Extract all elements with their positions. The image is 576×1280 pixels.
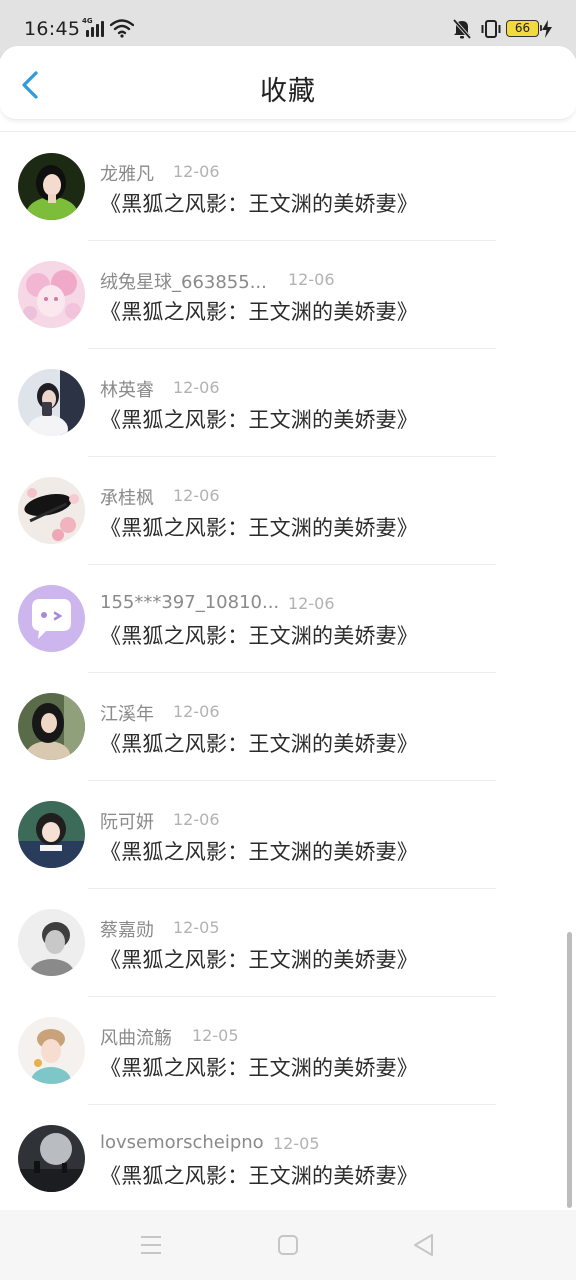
charging-icon [542,20,552,38]
mute-bell-icon [452,18,472,40]
avatar [18,153,85,220]
user-name: 阮可妍 [100,812,154,833]
avatar [18,909,85,976]
avatar [18,1125,85,1192]
avatar [18,1017,85,1084]
list-item[interactable]: lovsemorscheipno 12-05 《黑狐之风影：王文渊的美娇妻》 [0,1104,576,1212]
user-name: 江溪年 [100,704,154,725]
item-date: 12-06 [288,594,335,613]
item-date: 12-06 [173,702,220,721]
user-name: 风曲流觞 [100,1028,172,1049]
user-name: lovsemorscheipno [100,1132,264,1153]
item-date: 12-06 [173,162,220,181]
item-title: 《黑狐之风影：王文渊的美娇妻》 [100,1164,418,1188]
user-name: 龙雅凡 [100,164,154,185]
signal-icon: 4G [82,17,106,37]
list-item[interactable]: 林英睿 12-06 《黑狐之风影：王文渊的美娇妻》 [0,348,576,456]
avatar [18,585,85,652]
avatar [18,261,85,328]
item-date: 12-06 [173,486,220,505]
battery-icon: 66 [506,20,542,37]
user-name: 承桂枫 [100,488,154,509]
page-title: 收藏 [260,76,316,107]
list-item[interactable]: 江溪年 12-06 《黑狐之风影：王文渊的美娇妻》 [0,672,576,780]
status-time: 16:45 [24,18,81,40]
list-item[interactable]: 155***397_10810... 12-06 《黑狐之风影：王文渊的美娇妻》 [0,564,576,672]
user-name: 绒兔星球_663855... [100,272,267,293]
header-bar: 收藏 [0,46,576,120]
item-title: 《黑狐之风影：王文渊的美娇妻》 [100,1056,418,1080]
avatar [18,693,85,760]
item-title: 《黑狐之风影：王文渊的美娇妻》 [100,408,418,432]
avatar [18,801,85,868]
vibrate-icon [481,20,501,38]
item-date: 12-06 [173,378,220,397]
menu-icon[interactable] [138,1232,164,1258]
item-title: 《黑狐之风影：王文渊的美娇妻》 [100,192,418,216]
back-triangle-icon[interactable] [411,1232,437,1258]
user-name: 蔡嘉勋 [100,920,154,941]
avatar [18,369,85,436]
item-date: 12-06 [173,810,220,829]
item-title: 《黑狐之风影：王文渊的美娇妻》 [100,624,418,648]
favorites-screen: 16:45 4G 66 收藏 龙雅凡 12-06 《黑狐之风影：王文渊的美娇妻》… [0,0,576,1280]
scrollbar[interactable] [567,932,572,1208]
system-nav-bar [0,1210,576,1280]
list-item[interactable]: 龙雅凡 12-06 《黑狐之风影：王文渊的美娇妻》 [0,132,576,240]
home-square-icon[interactable] [275,1232,301,1258]
item-title: 《黑狐之风影：王文渊的美娇妻》 [100,300,418,324]
item-date: 12-05 [192,1026,239,1045]
user-name: 155***397_10810... [100,592,280,613]
item-date: 12-06 [288,270,335,289]
item-title: 《黑狐之风影：王文渊的美娇妻》 [100,516,418,540]
list-item[interactable]: 绒兔星球_663855... 12-06 《黑狐之风影：王文渊的美娇妻》 [0,240,576,348]
network-type: 4G [82,17,93,25]
wifi-icon [110,19,134,38]
user-name: 林英睿 [100,380,154,401]
list-item[interactable]: 蔡嘉勋 12-05 《黑狐之风影：王文渊的美娇妻》 [0,888,576,996]
item-date: 12-05 [173,918,220,937]
item-date: 12-05 [273,1134,320,1153]
list-item[interactable]: 承桂枫 12-06 《黑狐之风影：王文渊的美娇妻》 [0,456,576,564]
item-title: 《黑狐之风影：王文渊的美娇妻》 [100,948,418,972]
list-item[interactable]: 阮可妍 12-06 《黑狐之风影：王文渊的美娇妻》 [0,780,576,888]
item-title: 《黑狐之风影：王文渊的美娇妻》 [100,840,418,864]
list-item[interactable]: 风曲流觞 12-05 《黑狐之风影：王文渊的美娇妻》 [0,996,576,1104]
avatar [18,477,85,544]
item-title: 《黑狐之风影：王文渊的美娇妻》 [100,732,418,756]
